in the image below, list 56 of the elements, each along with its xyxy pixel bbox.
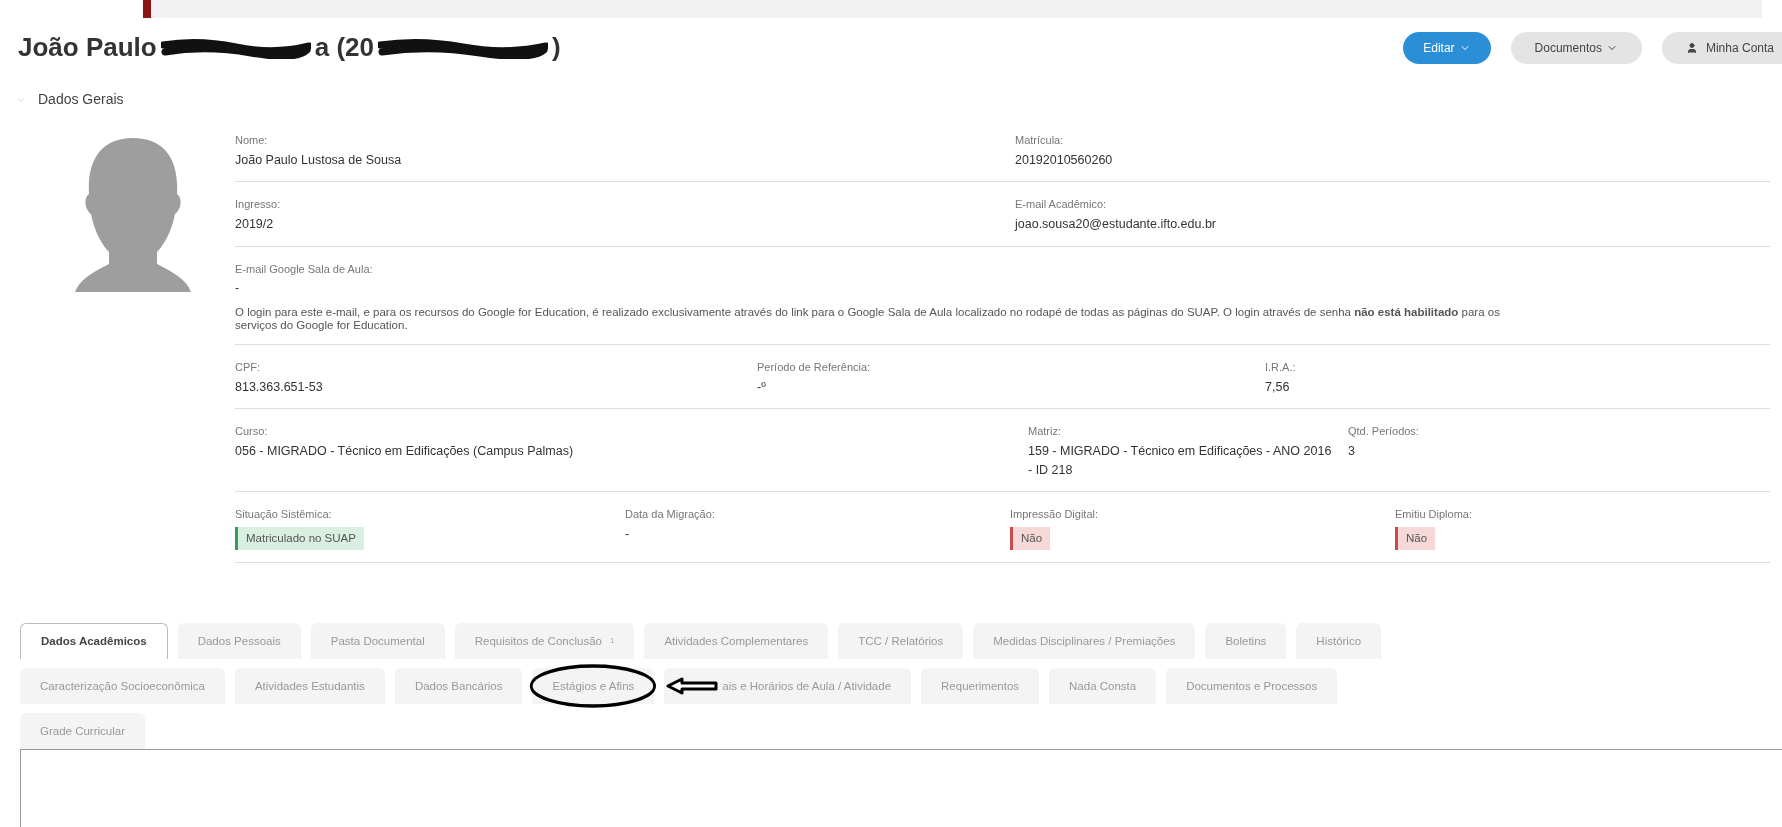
tab[interactable]: Histórico <box>1296 623 1382 660</box>
field-value: 056 - MIGRADO - Técnico em Edificações (Campus Palmas) <box>235 442 575 460</box>
documents-button[interactable]: Documentos <box>1510 31 1642 64</box>
page-title: João Paulo <box>18 31 157 64</box>
tab[interactable]: Boletins <box>1205 623 1287 660</box>
status-badge: Não <box>1395 526 1436 551</box>
tab[interactable]: Medidas Disciplinares / Premiações <box>973 623 1196 660</box>
edit-button[interactable]: Editar <box>1403 31 1491 64</box>
tab[interactable]: Dados Pessoais <box>177 623 301 660</box>
tab[interactable]: TCC / Relatórios <box>838 623 964 660</box>
field-value: 2019/2 <box>235 215 275 233</box>
tab[interactable]: Requisitos de Conclusão 1 <box>454 623 635 660</box>
tab[interactable]: Grade Curricular <box>20 713 145 750</box>
tab[interactable]: Documentos e Processos <box>1166 668 1338 705</box>
field-value: 7,56 <box>1265 378 1291 396</box>
tab[interactable]: ais e Horários de Aula / Atividade <box>664 668 912 705</box>
tab[interactable]: Atividades Complementares <box>644 623 829 660</box>
field-label: Data da Migração: <box>625 507 716 523</box>
field-label: Período de Referência: <box>757 360 872 376</box>
page-title: a (20 <box>314 31 374 64</box>
status-badge: Não <box>1010 526 1051 551</box>
field-label: Matriz: <box>1028 424 1062 440</box>
status-badge: Matriculado no SUAP <box>235 526 364 551</box>
field-label: Qtd. Períodos: <box>1348 424 1420 440</box>
field-value: 159 - MIGRADO - Técnico em Edificações - ANO 2016 - ID 218 <box>1028 442 1332 479</box>
field-value: -º <box>757 378 767 396</box>
tab[interactable]: Dados Acadêmicos <box>20 623 168 660</box>
field-label: Matrícula: <box>1015 133 1065 148</box>
field-value: 20192010560260 <box>1015 151 1114 169</box>
field-label: E-mail Google Sala de Aula: <box>235 261 374 277</box>
page-title: ) <box>551 31 561 64</box>
tab[interactable]: Atividades Estudantis <box>234 668 385 705</box>
field-value: - <box>625 525 631 543</box>
tab[interactable]: Pasta Documental <box>310 623 445 660</box>
field-label: Nome: <box>235 133 269 148</box>
field-value: 3 <box>1348 442 1356 460</box>
field-label: Ingresso: <box>235 197 282 213</box>
tab[interactable]: Nada Consta <box>1049 668 1157 705</box>
field-value: - <box>235 280 241 297</box>
tab[interactable]: Caracterização Socioeconômica <box>20 668 225 705</box>
field-label: Curso: <box>235 424 269 440</box>
tab[interactable]: Requerimentos <box>921 668 1040 705</box>
field-value: joao.sousa20@estudante.ifto.edu.br <box>1015 215 1218 233</box>
field-label: I.R.A.: <box>1265 360 1297 376</box>
section-title: Dados Gerais <box>38 90 124 109</box>
field-label: CPF: <box>235 360 262 376</box>
count-label: 1 <box>609 635 615 648</box>
field-value: 813.363.651-53 <box>235 378 324 396</box>
info-note: O login para este e-mail, e para os recursos do Google for Education, é realizado exclusivamente através do link para o Google Sala de Aula localizado no rodapé de todas as páginas do SUAP. O login através de senha não está habilitado para os serviços do Google for Education. <box>235 305 1501 333</box>
field-label: Impressão Digital: <box>1010 507 1100 523</box>
field-label: Emitiu Diploma: <box>1395 507 1474 523</box>
field-label: E-mail Acadêmico: <box>1015 197 1108 213</box>
account-button[interactable]: Minha Conta <box>1661 31 1782 64</box>
tab[interactable]: Dados Bancários <box>394 668 523 705</box>
field-value: João Paulo Lustosa de Sousa <box>235 151 403 169</box>
field-label: Situação Sistêmica: <box>235 507 333 523</box>
